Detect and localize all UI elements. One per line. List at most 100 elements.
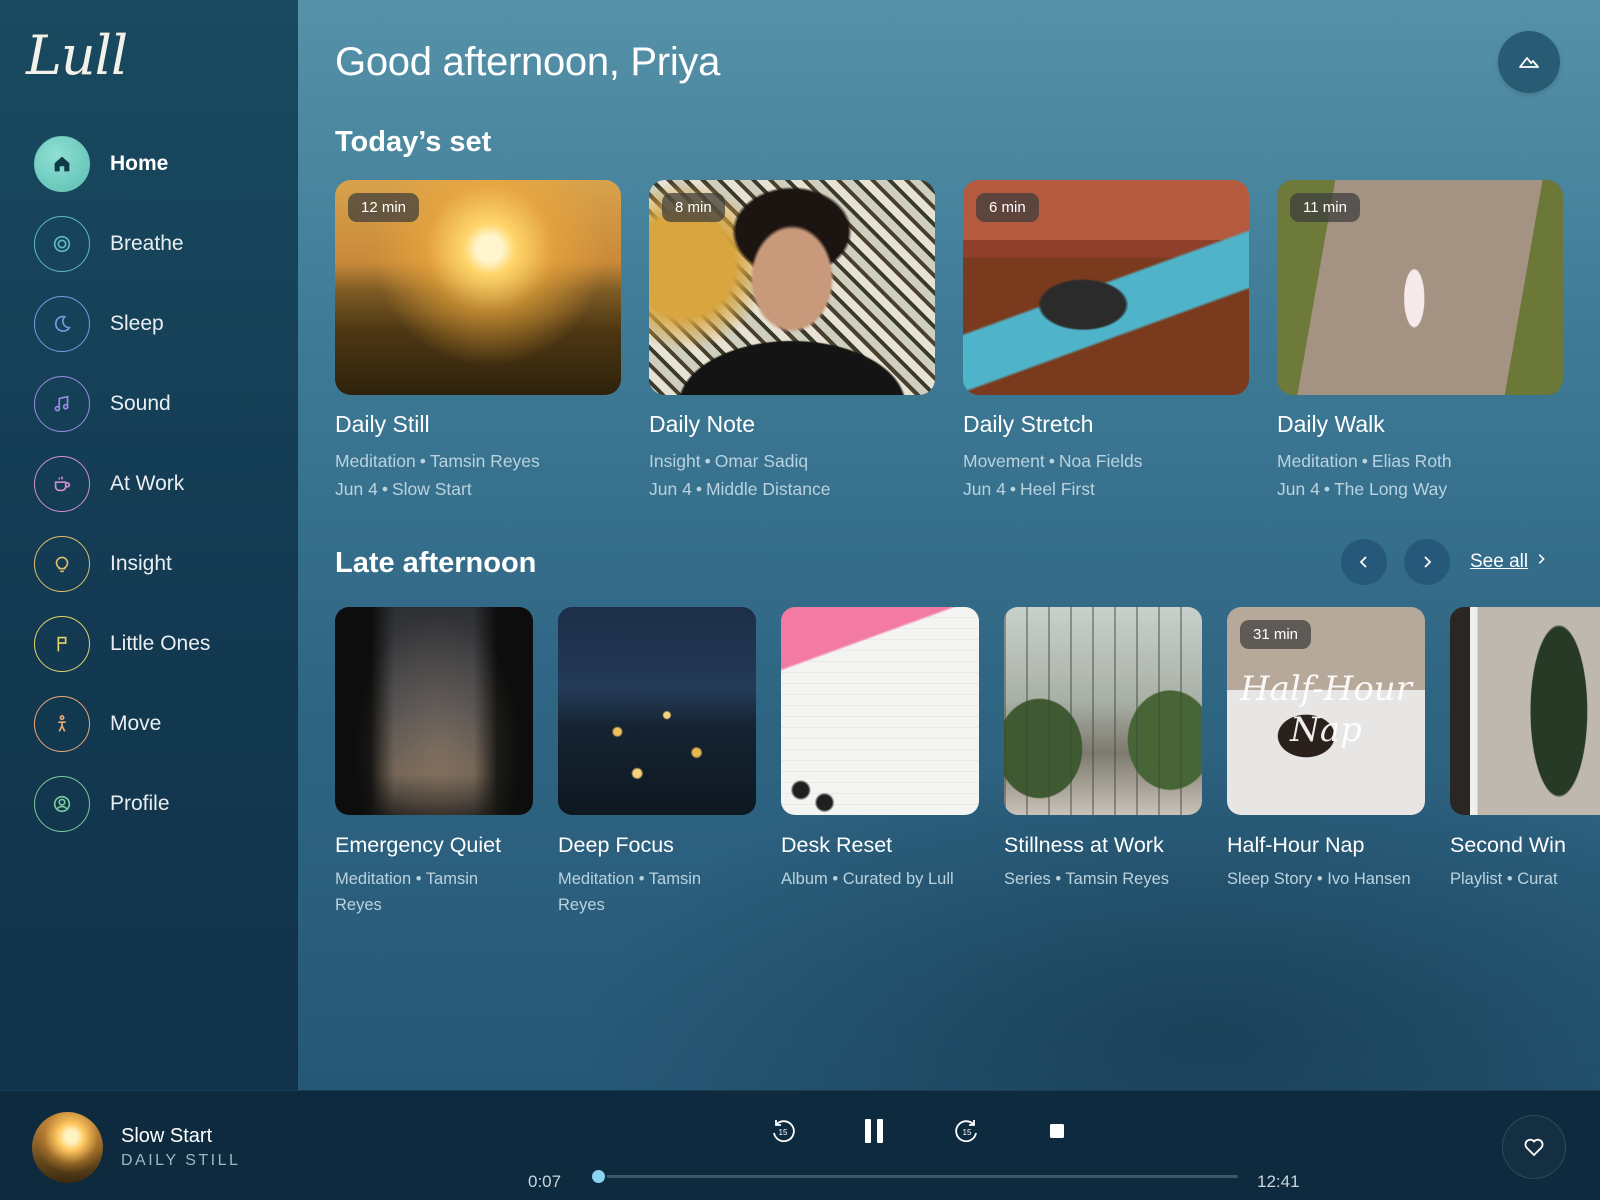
carousel-prev-button[interactable] [1341,539,1387,585]
card-thumbnail [781,607,979,815]
pause-button[interactable] [857,1114,891,1148]
progress-track[interactable] [589,1168,1238,1185]
card-meta-line: Reyes [335,896,382,915]
duration-badge: 8 min [662,193,725,222]
card-meta-line: Album • Curated by Lull [781,870,954,888]
card-thumbnail: 12 min [335,180,621,395]
sidebar-item-breathe[interactable]: Breathe [34,216,210,272]
card-meta-line: Meditation • Tamsin [558,870,702,888]
card-thumbnail [335,607,533,815]
card-author: Noa Fields [1058,451,1143,471]
card-meta: Playlist • Curat [1450,866,1600,892]
sidebar-item-label: At Work [110,472,185,495]
favorite-button[interactable] [1502,1115,1566,1179]
meta-separator: • [381,479,388,499]
today-card[interactable]: 11 min Daily Walk Meditation • Elias Roth … [1277,180,1563,503]
today-card[interactable]: 12 min Daily Still Meditation • Tamsin Rey… [335,180,621,503]
late-card[interactable]: Desk Reset Album • Curated by Lull [781,607,979,892]
carousel-next-button[interactable] [1404,539,1450,585]
today-card[interactable]: 6 min Daily Stretch Movement • Noa Fields … [963,180,1249,503]
card-title: Desk Reset [781,833,893,857]
sidebar-item-little-ones[interactable]: Little Ones [34,616,210,672]
late-card[interactable]: Emergency Quiet Meditation • Tamsin Reye… [335,607,533,919]
sidebar-item-label: Breathe [110,232,184,255]
card-meta-line: Playlist • Curat [1450,870,1558,888]
stop-button[interactable] [1040,1114,1074,1148]
sidebar-nav: Home Breathe Sleep Sound At Work Insight… [34,136,210,856]
sidebar-item-label: Sound [110,392,171,415]
sidebar-item-home[interactable]: Home [34,136,210,192]
late-card[interactable]: 31 min Half-Hour Nap Half-Hour Nap Sleep… [1227,607,1425,892]
card-thumbnail [1450,607,1600,815]
chevron-right-icon[interactable] [1534,552,1548,566]
rewind-15-button[interactable]: 15 [766,1114,800,1148]
flag-icon [34,616,90,672]
card-meta: Movement • Noa Fields Jun 4 • Heel First [963,447,1249,503]
duration-badge: 31 min [1240,620,1312,649]
card-category: Movement [963,451,1045,471]
card-category: Insight [649,451,701,471]
card-meta: Meditation • Elias Roth Jun 4 • The Long Way [1277,447,1563,503]
card-episode: Middle Distance [705,479,831,499]
sidebar-item-profile[interactable]: Profile [34,776,210,832]
card-title: Daily Stretch [963,411,1094,437]
card-meta: Meditation • Tamsin Reyes [335,866,533,919]
meta-separator: • [419,451,426,471]
card-meta-line: Series • Tamsin Reyes [1004,870,1170,888]
card-title: Deep Focus [558,833,674,857]
sidebar-item-label: Profile [110,792,170,815]
sidebar: Lull Home Breathe Sleep Sound At Work In… [0,0,298,1090]
music-note-icon [34,376,90,432]
today-card[interactable]: 8 min Daily Note Insight • Omar Sadiq Jun … [649,180,935,503]
card-author: Tamsin Reyes [429,451,540,471]
meta-separator: • [704,451,711,471]
card-title: Daily Walk [1277,411,1385,437]
card-meta: Insight • Omar Sadiq Jun 4 • Middle Distance [649,447,935,503]
user-circle-icon [34,776,90,832]
sidebar-item-sound[interactable]: Sound [34,376,210,432]
late-card[interactable]: Second Win Playlist • Curat [1450,607,1600,892]
rewind-15-icon: 15 [773,1120,795,1143]
card-episode: The Long Way [1333,479,1448,499]
card-title: Stillness at Work [1004,833,1164,857]
card-meta: Series • Tamsin Reyes [1004,866,1202,892]
forward-15-button[interactable]: 15 [950,1114,984,1148]
meta-separator: • [695,479,702,499]
card-meta: Album • Curated by Lull [781,866,979,892]
heart-icon [1524,1138,1544,1157]
late-card[interactable]: Stillness at Work Series • Tamsin Reyes [1004,607,1202,892]
sidebar-item-at-work[interactable]: At Work [34,456,210,512]
meta-separator: • [1009,479,1016,499]
card-title: Half-Hour Nap [1227,833,1365,857]
elapsed-time: 0:07 [528,1172,562,1191]
card-thumbnail [558,607,756,815]
card-thumbnail: 31 min Half-Hour Nap [1227,607,1425,815]
now-playing-artwork[interactable] [32,1112,103,1183]
duration-badge: 6 min [976,193,1039,222]
card-meta-line: Reyes [558,896,605,915]
sidebar-item-label: Home [110,152,169,175]
page-title: Good afternoon, Priya [335,40,721,84]
progress-handle[interactable] [589,1168,607,1185]
mountain-button[interactable] [1498,31,1560,93]
card-title: Emergency Quiet [335,833,502,857]
see-all-link[interactable]: See all [1470,551,1528,573]
sidebar-item-sleep[interactable]: Sleep [34,296,210,352]
late-card[interactable]: Deep Focus Meditation • Tamsin Reyes [558,607,756,919]
duration-badge: 11 min [1290,193,1360,222]
card-date: Jun 4 [649,479,692,499]
card-date: Jun 4 [1277,479,1320,499]
moon-icon [34,296,90,352]
coffee-cup-icon [34,456,90,512]
duration-badge: 12 min [348,193,420,222]
player-bar: Slow Start DAILY STILL [0,1090,1600,1200]
card-art-text: Half-Hour Nap [1240,669,1412,750]
card-category: Meditation [1277,451,1358,471]
sidebar-item-insight[interactable]: Insight [34,536,210,592]
now-playing-title: Slow Start [121,1125,213,1147]
sidebar-item-move[interactable]: Move [34,696,210,752]
card-meta: Meditation • Tamsin Reyes [558,866,756,919]
svg-text:15: 15 [779,1128,788,1137]
chevron-right-icon [1424,556,1432,568]
chevron-left-icon [1359,556,1367,568]
